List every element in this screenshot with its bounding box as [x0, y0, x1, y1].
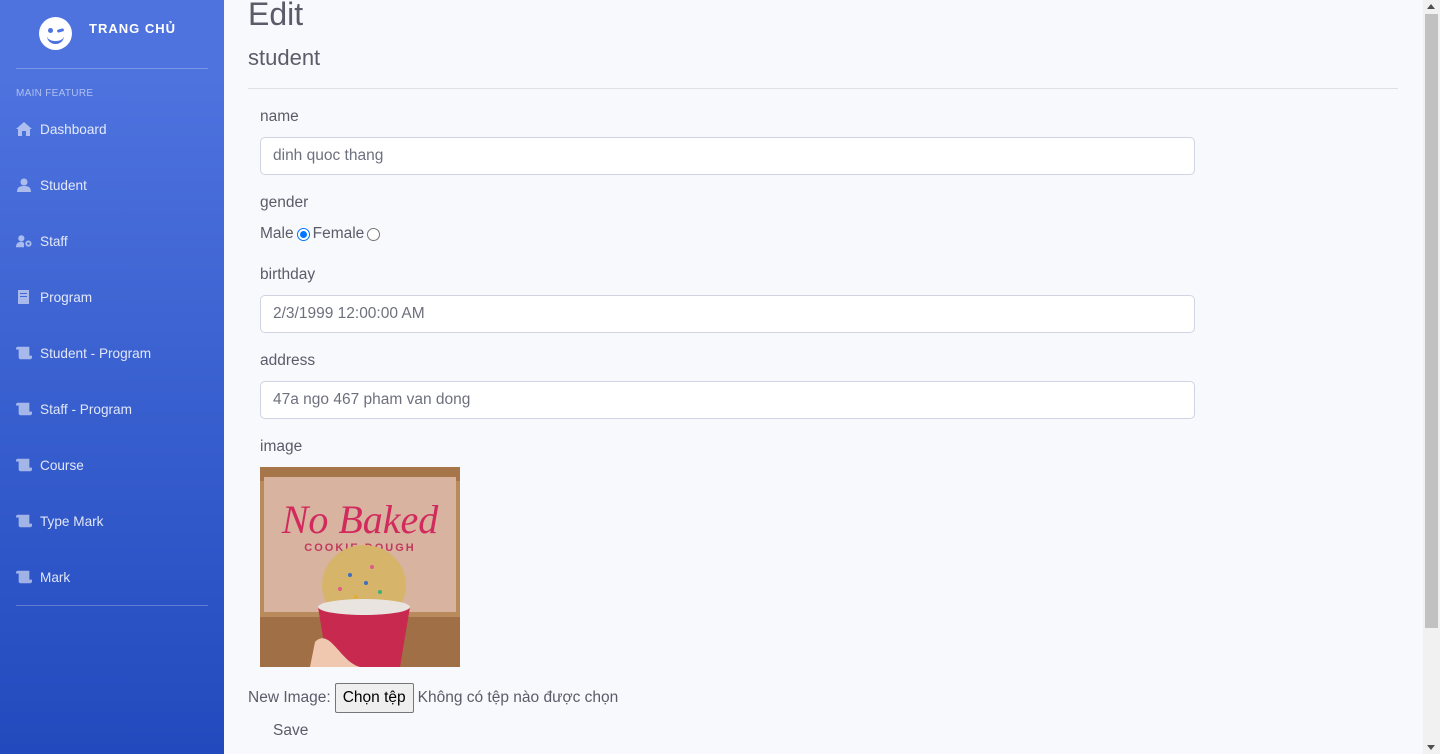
new-image-label: New Image: — [248, 689, 331, 706]
sidebar-item-label: Program — [40, 289, 93, 305]
scrollbar-thumb[interactable] — [1425, 14, 1438, 628]
sidebar-item-course[interactable]: Course — [0, 437, 224, 493]
birthday-field[interactable]: 2/3/1999 12:00:00 AM — [260, 295, 1195, 333]
sidebar-heading: MAIN FEATURE — [16, 88, 94, 99]
sidebar-divider — [16, 68, 208, 69]
name-label: name — [260, 108, 299, 125]
new-image-row: New Image: Chọn tệp Không có tệp nào đượ… — [248, 683, 618, 713]
gender-options: Male Female — [260, 225, 383, 243]
student-photo: No Baked COOKIE DOUGH — [260, 467, 460, 667]
sidebar-nav: Dashboard Student Staff Program Student … — [0, 101, 224, 605]
address-label: address — [260, 352, 316, 369]
sidebar-item-student[interactable]: Student — [0, 157, 224, 213]
scroll-icon — [16, 458, 32, 472]
save-button[interactable]: Save — [273, 722, 308, 740]
gender-female-label: Female — [312, 225, 365, 242]
page-title: Edit — [248, 0, 304, 32]
scroll-icon — [16, 402, 32, 416]
page-scrollbar[interactable] — [1423, 0, 1440, 754]
sidebar-item-label: Student — [40, 177, 87, 193]
scroll-icon — [16, 514, 32, 528]
sidebar-item-label: Mark — [40, 569, 71, 585]
gender-female-radio[interactable] — [367, 227, 381, 241]
sidebar-item-program[interactable]: Program — [0, 269, 224, 325]
scroll-down-icon[interactable] — [1427, 745, 1435, 750]
sidebar-item-dashboard[interactable]: Dashboard — [0, 101, 224, 157]
sidebar-brand[interactable]: TRANG CHỦ — [0, 0, 224, 66]
sidebar-item-label: Type Mark — [40, 513, 104, 529]
gender-label: gender — [260, 194, 309, 211]
sidebar-item-label: Student - Program — [40, 345, 152, 361]
brand-title: TRANG CHỦ — [89, 21, 176, 36]
sidebar-item-student-program[interactable]: Student - Program — [0, 325, 224, 381]
laugh-wink-icon — [39, 16, 72, 50]
sidebar-item-label: Staff - Program — [40, 401, 132, 417]
sidebar-item-label: Course — [40, 457, 84, 473]
scroll-icon — [16, 570, 32, 584]
user-cog-icon — [16, 234, 32, 248]
gender-male-radio[interactable] — [296, 227, 310, 241]
page-subtitle: student — [248, 45, 321, 70]
sidebar: TRANG CHỦ MAIN FEATURE Dashboard Student… — [0, 0, 224, 754]
image-label: image — [260, 438, 303, 455]
gender-male-label: Male — [260, 225, 294, 242]
scroll-up-icon[interactable] — [1427, 4, 1435, 9]
sidebar-item-label: Dashboard — [40, 121, 107, 137]
name-field[interactable]: dinh quoc thang — [260, 137, 1195, 175]
main-content: Edit student name dinh quoc thang gender… — [224, 0, 1423, 754]
address-field[interactable]: 47a ngo 467 pham van dong — [260, 381, 1195, 419]
photo-brand-text: No Baked — [281, 497, 440, 542]
sidebar-item-staff[interactable]: Staff — [0, 213, 224, 269]
sidebar-item-mark[interactable]: Mark — [0, 549, 224, 605]
sidebar-divider — [16, 605, 208, 606]
choose-file-button[interactable]: Chọn tệp — [334, 683, 414, 713]
birthday-label: birthday — [260, 266, 316, 283]
scroll-icon — [16, 346, 32, 360]
home-icon — [16, 122, 32, 136]
user-icon — [16, 178, 32, 192]
sidebar-item-label: Staff — [40, 233, 68, 249]
file-status: Không có tệp nào được chọn — [417, 689, 619, 706]
sidebar-item-type-mark[interactable]: Type Mark — [0, 493, 224, 549]
book-icon — [16, 290, 32, 304]
sidebar-item-staff-program[interactable]: Staff - Program — [0, 381, 224, 437]
header-divider — [248, 88, 1398, 89]
